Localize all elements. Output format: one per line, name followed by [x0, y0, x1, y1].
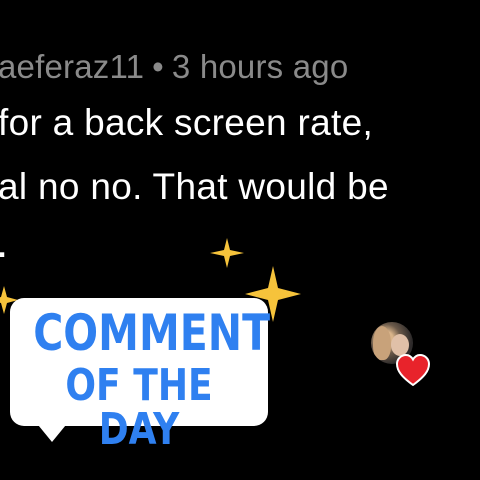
heart-icon[interactable] — [396, 354, 430, 386]
comment-meta: aeferaz11 • 3 hours ago — [0, 48, 348, 86]
comment-text-line-3: . — [0, 221, 9, 265]
comment-text-line-2: al no no. That would be — [0, 166, 389, 207]
comment-timestamp: 3 hours ago — [171, 48, 349, 85]
username-link[interactable]: aeferaz11 — [0, 48, 144, 85]
avatar-face — [391, 334, 409, 356]
sparkle-icon — [210, 238, 244, 268]
badge-title-line-1: COMMENT — [33, 304, 271, 362]
separator-dot: • — [152, 48, 164, 85]
comment-text-line-1: for a back screen rate, — [0, 102, 374, 143]
badge-speech-tail — [34, 420, 70, 442]
comment-of-the-day-badge: COMMENT OF THE DAY — [10, 298, 271, 452]
avatar-hair — [373, 326, 391, 360]
